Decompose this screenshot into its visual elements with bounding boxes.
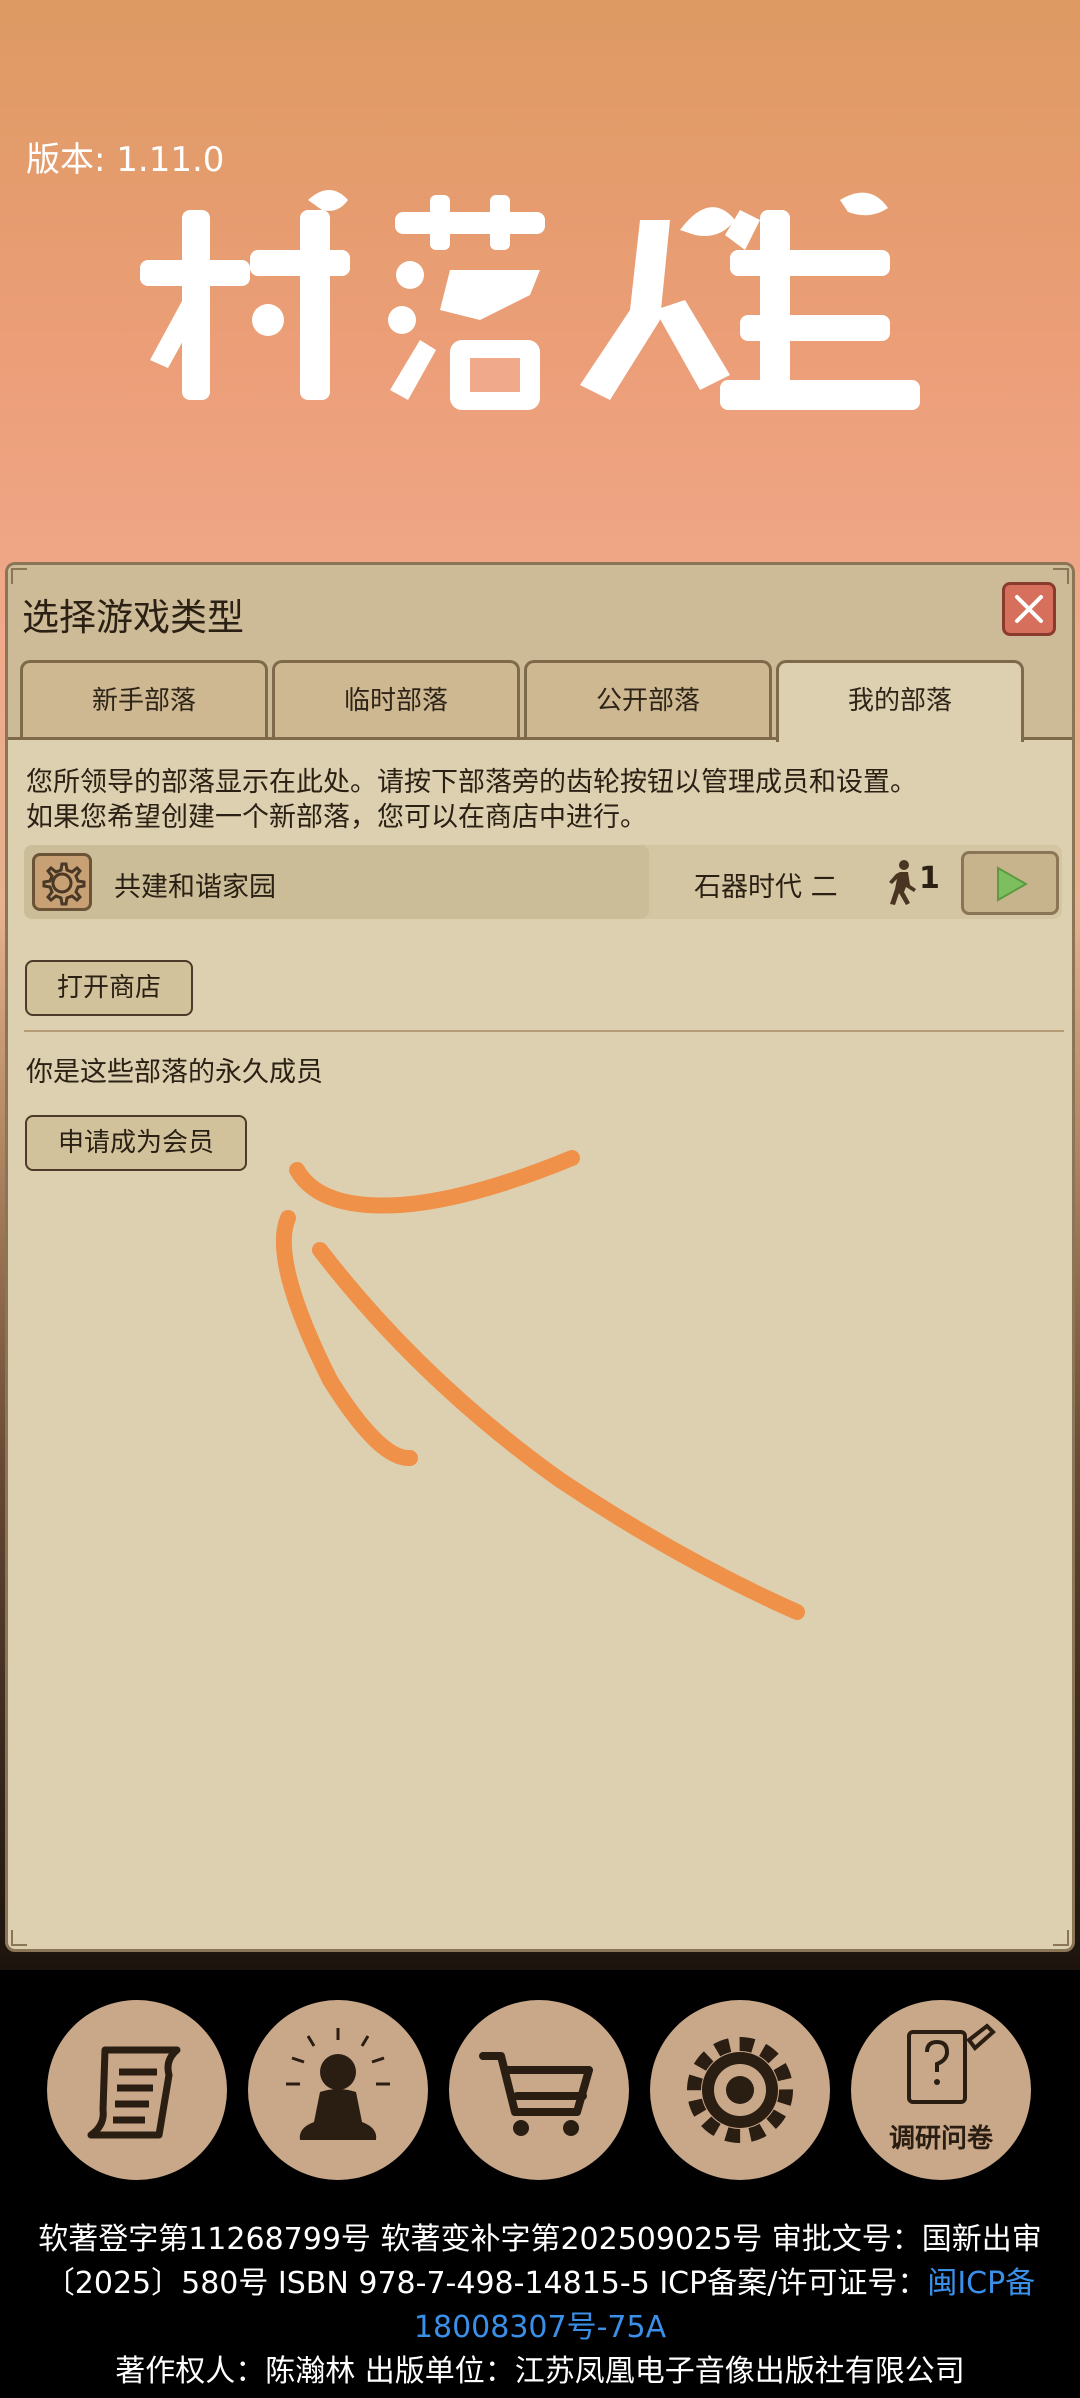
meditation-icon <box>286 2028 390 2140</box>
scroll-icon <box>87 2046 181 2139</box>
cart-icon <box>479 2052 593 2136</box>
settings-button[interactable] <box>650 2000 830 2180</box>
survey-label: 调研问卷 <box>888 2124 993 2154</box>
shop-button[interactable] <box>449 2000 629 2180</box>
footer-line-1: 软著登字第11268799号 软著变补字第202509025号 审批文号：国新出… <box>38 2222 1042 2257</box>
footer-line-2: 〔2025〕580号 ISBN 978-7-498-14815-5 ICP备案/… <box>44 2266 1036 2301</box>
icp-link-number[interactable]: 18008307号-75A <box>0 2306 1080 2350</box>
footer-legal: 软著登字第11268799号 软著变补字第202509025号 审批文号：国新出… <box>0 2218 1080 2394</box>
icp-link[interactable]: 闽ICP备 <box>927 2266 1035 2301</box>
gear-icon <box>687 2037 793 2143</box>
meditation-button[interactable] <box>248 2000 428 2180</box>
footer-line-4: 著作权人：陈瀚林 出版单位：江苏凤凰电子音像出版社有限公司 <box>115 2354 965 2389</box>
survey-button[interactable]: 调研问卷 <box>851 2000 1031 2180</box>
scroll-button[interactable] <box>47 2000 227 2180</box>
bottom-navigation: 调研问卷 <box>0 1990 1080 2190</box>
